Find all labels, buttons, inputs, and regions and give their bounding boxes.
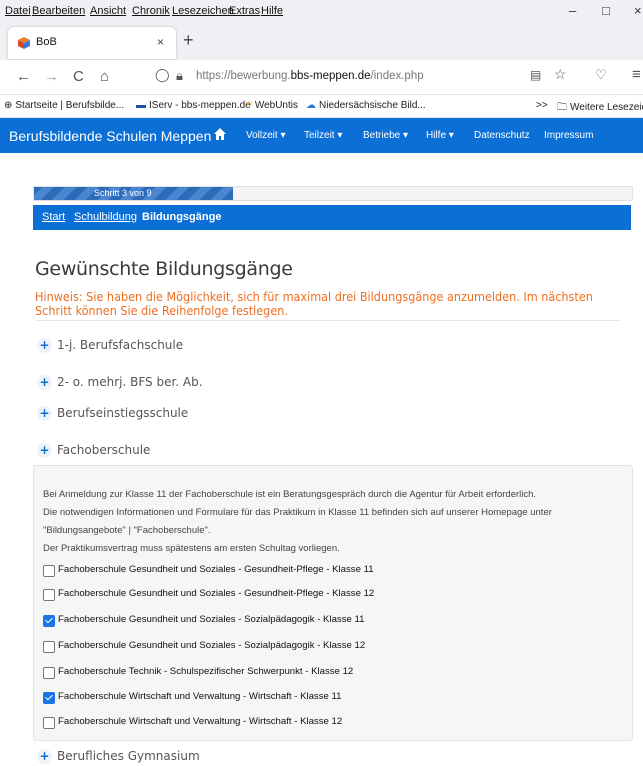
- section-label: Berufseinstiegsschule: [57, 406, 189, 420]
- close-window-button[interactable]: ×: [634, 3, 642, 18]
- checkbox[interactable]: [43, 667, 55, 679]
- hint-text: Hinweis: Sie haben die Möglichkeit, sich…: [35, 289, 593, 318]
- site-navbar: Berufsbildende Schulen Meppen Vollzeit ▾…: [0, 118, 643, 153]
- info-line: "Bildungsangebote" | "Fachoberschule".: [43, 525, 211, 536]
- checkbox[interactable]: [43, 717, 55, 729]
- nav-betriebe[interactable]: Betriebe ▾: [363, 130, 408, 141]
- section-label: Berufliches Gymnasium: [57, 749, 200, 763]
- lock-icon[interactable]: 🔒︎: [176, 68, 183, 84]
- globe-icon: ⊕: [4, 100, 13, 111]
- menu-hilfe[interactable]: Hilfe: [261, 5, 283, 17]
- more-bookmarks[interactable]: 🗀︎Weitere Lesezeichen: [557, 100, 643, 117]
- tracking-shield-icon[interactable]: ◯: [155, 67, 170, 83]
- nav-impressum[interactable]: Impressum: [544, 130, 593, 141]
- option-label: Fachoberschule Gesundheit und Soziales -…: [58, 564, 374, 575]
- url-text[interactable]: https://bewerbung.bbs-meppen.de/index.ph…: [196, 70, 424, 82]
- menu-bar: Datei Bearbeiten Ansicht Chronik Lesezei…: [0, 0, 643, 22]
- plus-icon: +: [37, 406, 52, 421]
- pocket-icon[interactable]: ♡: [595, 67, 607, 83]
- menu-ansicht[interactable]: Ansicht: [90, 5, 126, 17]
- bookmarks-bar: ⊕ Startseite | Berufsbilde... ▬ IServ - bb…: [0, 95, 643, 118]
- nav-hilfe[interactable]: Hilfe ▾: [426, 130, 454, 141]
- back-button[interactable]: ←: [16, 68, 31, 85]
- home-icon[interactable]: [214, 128, 226, 140]
- minimize-button[interactable]: –: [569, 3, 576, 18]
- plus-icon: +: [37, 749, 52, 764]
- progress-label: Schritt 3 von 9: [94, 188, 152, 198]
- nav-vollzeit[interactable]: Vollzeit ▾: [246, 130, 286, 141]
- nav-teilzeit[interactable]: Teilzeit ▾: [304, 130, 342, 141]
- bookmark-iserv[interactable]: ▬ IServ - bbs-meppen.de: [136, 100, 251, 111]
- option-label: Fachoberschule Gesundheit und Soziales -…: [58, 614, 365, 625]
- plus-icon: +: [37, 375, 52, 390]
- cloud-icon: ☁: [306, 100, 316, 111]
- navigation-bar: ← → C ⌂ ◯ 🔒︎ https://bewerbung.bbs-meppe…: [0, 60, 643, 95]
- option-label: Fachoberschule Wirtschaft und Verwaltung…: [58, 691, 342, 702]
- option-label: Fachoberschule Wirtschaft und Verwaltung…: [58, 716, 343, 727]
- breadcrumb-current: Bildungsgänge: [142, 211, 222, 223]
- plus-icon: +: [37, 443, 52, 458]
- menu-chronik[interactable]: Chronik: [132, 5, 170, 17]
- fachoberschule-panel: Bei Anmeldung zur Klasse 11 der Fachober…: [33, 465, 633, 741]
- section-label: 1-j. Berufsfachschule: [57, 338, 184, 352]
- site-brand[interactable]: Berufsbildende Schulen Meppen: [9, 128, 211, 144]
- info-line: Die notwendigen Informationen und Formul…: [43, 507, 552, 518]
- folder-icon: 🗀︎: [557, 102, 567, 113]
- plus-icon: +: [37, 338, 52, 353]
- menu-lesezeichen[interactable]: Lesezeichen: [172, 5, 234, 17]
- option-label: Fachoberschule Gesundheit und Soziales -…: [58, 640, 366, 651]
- breadcrumb: Start Schulbildung Bildungsgänge: [33, 205, 631, 230]
- bookmark-niedersachsen[interactable]: ☁ Niedersächsische Bild...: [306, 100, 426, 111]
- checkbox[interactable]: [43, 692, 55, 704]
- breadcrumb-start[interactable]: Start: [42, 211, 65, 223]
- menu-hamburger-icon[interactable]: ≡: [632, 66, 641, 83]
- tab-bob[interactable]: BoB ×: [8, 27, 176, 59]
- cube-favicon-icon: [18, 37, 30, 49]
- page-title: Gewünschte Bildungsgänge: [35, 258, 293, 280]
- option-label: Fachoberschule Technik - Schulspezifisch…: [58, 666, 354, 677]
- checkbox[interactable]: [43, 589, 55, 601]
- progress-bar: Schritt 3 von 9: [33, 186, 633, 201]
- bookmark-webuntis[interactable]: ᵘ WebUntis: [248, 100, 298, 111]
- home-button[interactable]: ⌂: [100, 68, 109, 85]
- url-bar[interactable]: ◯ 🔒︎ https://bewerbung.bbs-meppen.de/ind…: [150, 65, 570, 89]
- checkbox[interactable]: [43, 641, 55, 653]
- maximize-button[interactable]: □: [602, 3, 610, 18]
- info-line: Der Praktikumsvertrag muss spätestens am…: [43, 543, 340, 554]
- menu-bearbeiten[interactable]: Bearbeiten: [32, 5, 85, 17]
- webuntis-icon: ᵘ: [248, 100, 252, 111]
- info-line: Bei Anmeldung zur Klasse 11 der Fachober…: [43, 489, 537, 500]
- section-label: Fachoberschule: [57, 443, 151, 457]
- new-tab-button[interactable]: +: [183, 30, 194, 51]
- option-label: Fachoberschule Gesundheit und Soziales -…: [58, 588, 375, 599]
- checkbox[interactable]: [43, 615, 55, 627]
- section-label: 2- o. mehrj. BFS ber. Ab.: [57, 375, 203, 389]
- bookmark-star-icon[interactable]: ☆: [554, 66, 567, 83]
- menu-datei[interactable]: Datei: [5, 5, 31, 17]
- iserv-icon: ▬: [136, 100, 146, 111]
- bookmark-startseite[interactable]: ⊕ Startseite | Berufsbilde...: [4, 100, 124, 111]
- checkbox[interactable]: [43, 565, 55, 577]
- tab-close-icon[interactable]: ×: [157, 35, 164, 49]
- divider: [35, 320, 621, 321]
- reload-button[interactable]: C: [73, 68, 84, 85]
- nav-datenschutz[interactable]: Datenschutz: [474, 130, 530, 141]
- tab-title: BoB: [36, 36, 57, 48]
- breadcrumb-schulbildung[interactable]: Schulbildung: [74, 211, 137, 223]
- menu-extras[interactable]: Extras: [229, 5, 260, 17]
- reader-view-icon[interactable]: ▤: [530, 68, 541, 82]
- forward-button[interactable]: →: [44, 68, 59, 85]
- bookmarks-overflow[interactable]: >>: [536, 100, 548, 111]
